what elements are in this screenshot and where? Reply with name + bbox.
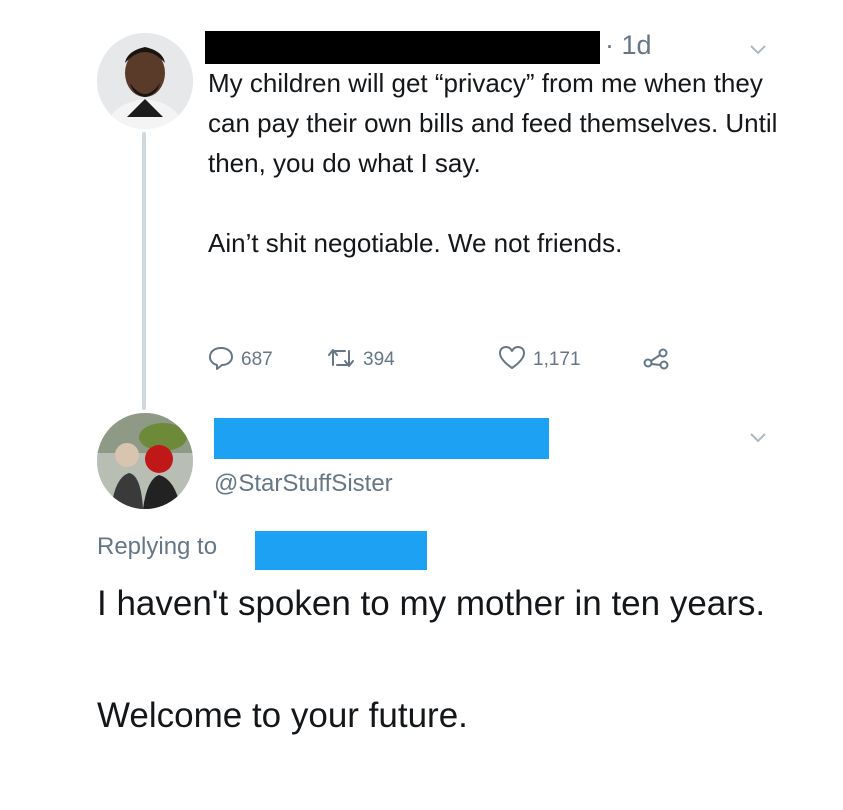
share-icon [642,345,670,376]
retweet-count: 394 [363,349,395,370]
reply-button[interactable]: 687 [208,340,273,380]
tweet-timestamp[interactable]: · 1d [605,29,652,61]
like-count: 1,171 [533,349,581,370]
reply-author-avatar[interactable] [97,413,193,509]
reply-author-handle[interactable]: @StarStuffSister [214,468,393,500]
redacted-reply-author-name [214,418,549,459]
redacted-replying-to-handle[interactable] [255,531,427,570]
share-button[interactable] [642,340,670,380]
chevron-down-icon[interactable] [747,426,769,448]
thread-connector-line [142,132,146,410]
heart-icon [498,345,526,376]
replying-to-label: Replying to [97,533,218,560]
reply-count: 687 [241,349,273,370]
redacted-author-name [205,31,600,64]
retweet-button[interactable]: 394 [326,340,395,380]
chevron-down-icon[interactable] [747,38,769,60]
retweet-icon [326,345,356,376]
like-button[interactable]: 1,171 [498,340,581,380]
reply-text: I haven't spoken to my mother in ten yea… [97,584,766,735]
tweet-text: My children will get “privacy” from me w… [208,68,778,258]
author-avatar[interactable] [97,33,193,129]
reply-icon [208,345,234,376]
